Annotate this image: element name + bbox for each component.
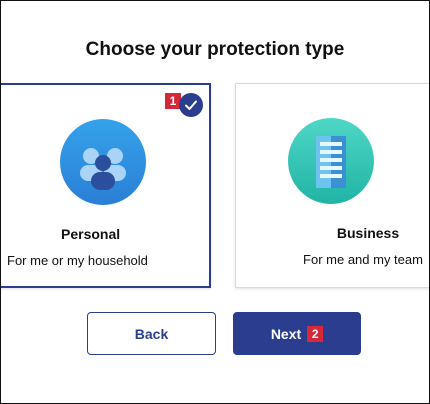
option-description: For me or my household — [7, 253, 148, 268]
building-icon — [288, 118, 374, 204]
option-card-business[interactable]: Business For me and my team — [235, 83, 429, 288]
back-button-label: Back — [134, 325, 169, 342]
option-description: For me and my team — [303, 252, 423, 267]
option-name: Business — [336, 225, 400, 241]
next-button-label: Next — [270, 325, 302, 342]
option-card-personal[interactable]: Personal For me or my household 1 — [1, 83, 211, 288]
annotation-marker: 2 — [307, 325, 324, 342]
back-button[interactable]: Back — [87, 312, 216, 355]
page-title: Choose your protection type — [85, 39, 345, 60]
next-button[interactable]: Next 2 — [233, 312, 361, 355]
option-name: Personal — [61, 226, 121, 242]
people-icon — [60, 119, 146, 205]
check-icon — [179, 93, 203, 117]
dialog-frame: Choose your protection type Personal For… — [0, 0, 430, 404]
